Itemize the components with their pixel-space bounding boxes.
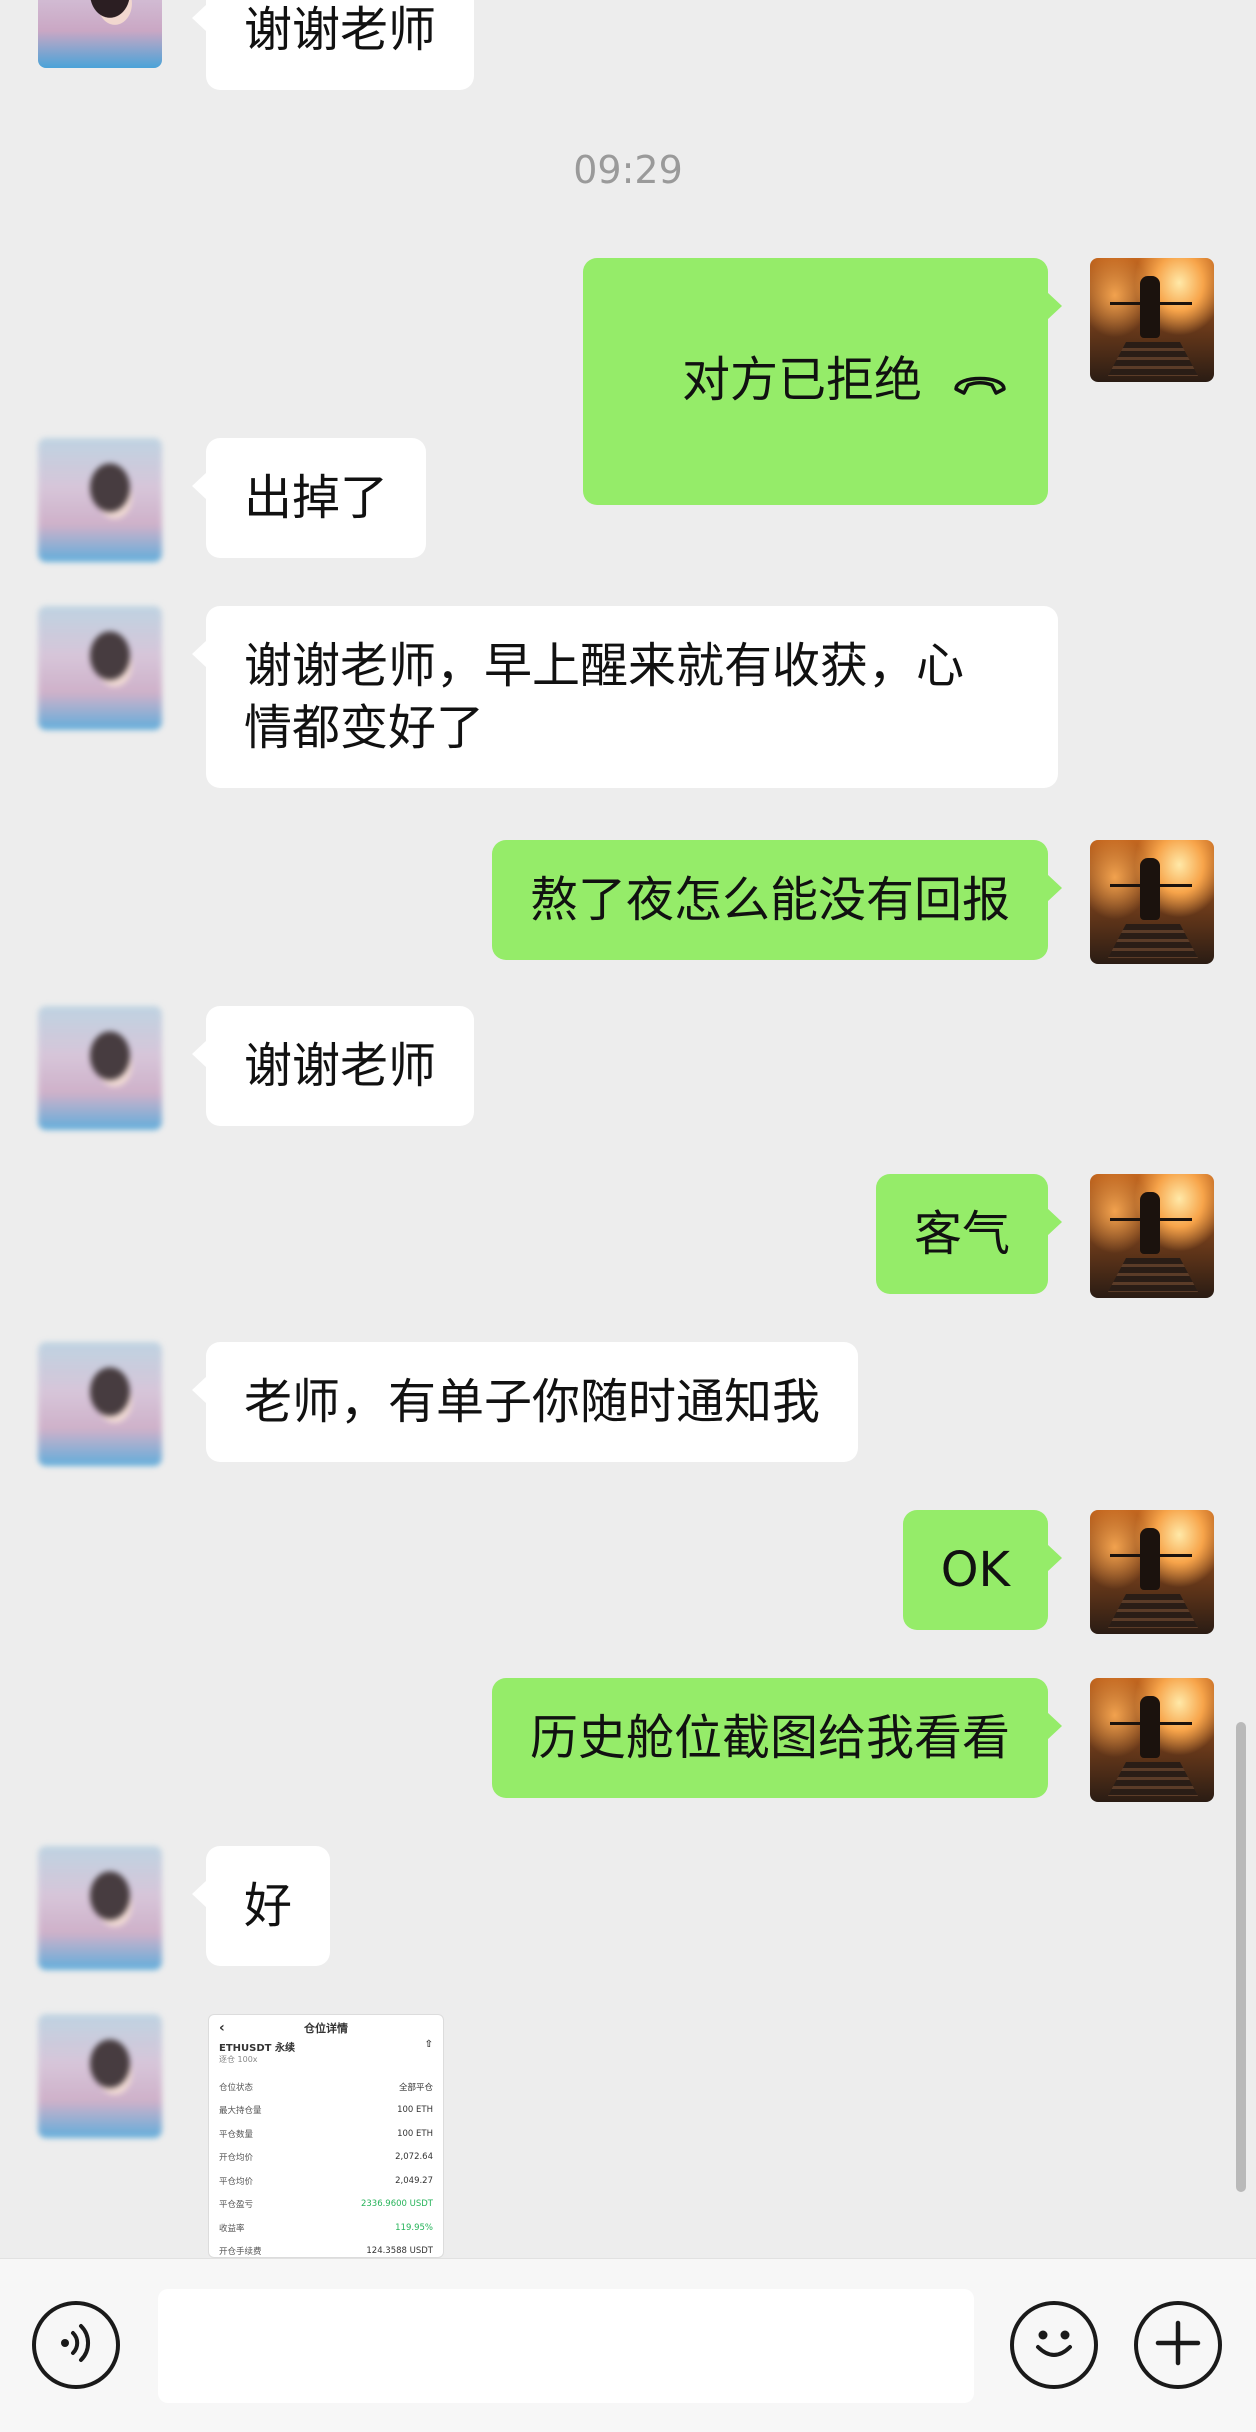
contact-avatar[interactable]: [38, 2014, 162, 2138]
screenshot-title: 仓位详情: [304, 2022, 348, 2035]
screenshot-header: ‹ 仓位详情: [219, 2019, 433, 2037]
image-message-position-screenshot[interactable]: ‹ 仓位详情 ETHUSDT 永续 ⇧ 逐仓 100x 仓位状态 全部平仓 最大持…: [208, 2014, 444, 2258]
message-bubble-incoming[interactable]: 谢谢老师，早上醒来就有收获，心 情都变好了: [192, 606, 1058, 788]
message-bubble-outgoing[interactable]: 熬了夜怎么能没有回报: [491, 840, 1063, 960]
chat-area[interactable]: 谢谢老师 09:29 对方已拒绝 出掉了 谢谢老师，早上醒来就有收获，心 情都变…: [0, 0, 1256, 2258]
call-declined-icon: [950, 352, 1010, 414]
input-bar: [0, 2258, 1256, 2432]
screenshot-row: 开仓均价 2,072.64: [219, 2152, 433, 2164]
voice-icon: [51, 2318, 101, 2372]
message-bubble-incoming[interactable]: 老师，有单子你随时通知我: [191, 1342, 859, 1462]
message-bubble-outgoing[interactable]: OK: [902, 1510, 1063, 1630]
call-status-text: 对方已拒绝: [681, 352, 922, 408]
contact-avatar[interactable]: [38, 1846, 162, 1970]
contact-avatar[interactable]: [38, 606, 162, 730]
contact-avatar[interactable]: [38, 1342, 162, 1466]
more-button[interactable]: [1134, 2301, 1222, 2389]
plus-icon: [1150, 2315, 1206, 2375]
my-avatar[interactable]: [1090, 840, 1214, 964]
screenshot-row: 最大持仓量 100 ETH: [219, 2105, 433, 2117]
call-record-bubble[interactable]: 对方已拒绝: [582, 258, 1063, 505]
message-bubble-outgoing[interactable]: 客气: [875, 1174, 1063, 1294]
screenshot-row: 平仓数量 100 ETH: [219, 2128, 433, 2140]
screenshot-pair-row: ETHUSDT 永续 ⇧: [219, 2039, 433, 2054]
message-bubble-incoming[interactable]: 谢谢老师: [191, 0, 475, 90]
message-timestamp: 09:29: [573, 148, 683, 192]
share-icon: ⇧: [424, 2039, 433, 2050]
my-avatar[interactable]: [1090, 1678, 1214, 1802]
screenshot-row: 平仓盈亏 2336.9600 USDT: [219, 2199, 433, 2211]
my-avatar[interactable]: [1090, 1174, 1214, 1298]
leverage-tag: 逐仓 100x: [219, 2055, 258, 2064]
my-avatar[interactable]: [1090, 1510, 1214, 1634]
screenshot-row: 平仓均价 2,049.27: [219, 2175, 433, 2187]
trading-pair: ETHUSDT 永续: [219, 2043, 295, 2054]
emoji-button[interactable]: [1010, 2301, 1098, 2389]
back-arrow-icon: ‹: [219, 2020, 225, 2036]
message-bubble-incoming[interactable]: 谢谢老师: [191, 1006, 475, 1126]
emoji-icon: [1024, 2313, 1084, 2377]
contact-avatar[interactable]: [38, 1006, 162, 1130]
voice-button[interactable]: [32, 2301, 120, 2389]
my-avatar[interactable]: [1090, 258, 1214, 382]
contact-avatar[interactable]: [38, 438, 162, 562]
message-bubble-outgoing[interactable]: 历史舱位截图给我看看: [491, 1678, 1063, 1798]
screenshot-row: 收益率 119.95%: [219, 2222, 433, 2234]
contact-avatar[interactable]: [38, 0, 162, 68]
message-bubble-incoming[interactable]: 出掉了: [191, 438, 427, 558]
message-input[interactable]: [158, 2289, 974, 2403]
chat-scrollbar[interactable]: [1236, 1722, 1246, 2192]
screenshot-row: 开仓手续费 124.3588 USDT: [219, 2246, 433, 2258]
screenshot-row: 仓位状态 全部平仓: [219, 2082, 433, 2093]
message-bubble-incoming[interactable]: 好: [191, 1846, 331, 1966]
